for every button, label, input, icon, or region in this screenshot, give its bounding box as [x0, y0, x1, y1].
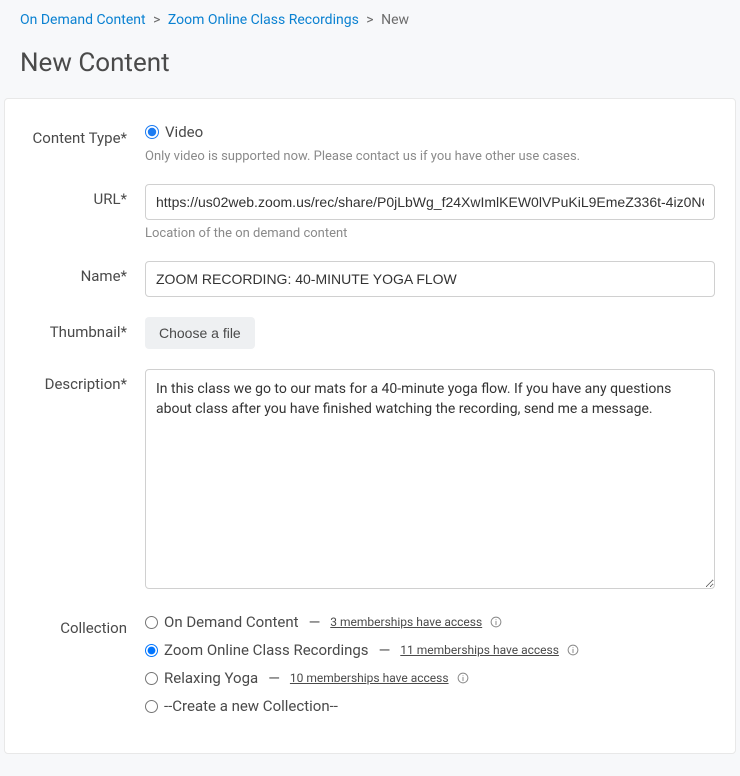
- row-thumbnail: Thumbnail* Choose a file: [25, 317, 715, 349]
- collection-option-label: --Create a new Collection--: [164, 697, 338, 715]
- row-description: Description*: [25, 369, 715, 593]
- breadcrumb-separator: >: [366, 12, 373, 28]
- row-content-type: Content Type* Video Only video is suppor…: [25, 123, 715, 164]
- membership-access-link[interactable]: 11 memberships have access: [400, 643, 559, 657]
- name-input[interactable]: [145, 261, 715, 297]
- label-name: Name*: [25, 261, 145, 285]
- form-card: Content Type* Video Only video is suppor…: [4, 98, 736, 754]
- url-input[interactable]: [145, 184, 715, 220]
- choose-file-button[interactable]: Choose a file: [145, 317, 255, 349]
- radio-video-input[interactable]: [145, 125, 159, 139]
- info-icon[interactable]: [567, 644, 579, 656]
- radio-video-label: Video: [165, 123, 203, 141]
- collection-option-label: Zoom Online Class Recordings: [164, 641, 369, 659]
- collection-option[interactable]: --Create a new Collection--: [145, 697, 715, 715]
- info-icon[interactable]: [490, 616, 502, 628]
- breadcrumb-link-zoom-recordings[interactable]: Zoom Online Class Recordings: [168, 12, 359, 28]
- dash-separator: —: [379, 641, 391, 659]
- label-description: Description*: [25, 369, 145, 393]
- collection-radio-input[interactable]: [145, 700, 158, 713]
- label-url: URL*: [25, 184, 145, 208]
- label-thumbnail: Thumbnail*: [25, 317, 145, 341]
- helper-url: Location of the on demand content: [145, 226, 715, 241]
- breadcrumb-separator: >: [153, 12, 160, 28]
- radio-video[interactable]: Video: [145, 123, 715, 141]
- dash-separator: —: [268, 669, 280, 687]
- collection-option-label: On Demand Content: [164, 613, 299, 631]
- collection-radio-input[interactable]: [145, 644, 158, 657]
- label-collection: Collection: [25, 613, 145, 637]
- label-content-type: Content Type*: [25, 123, 145, 147]
- row-name: Name*: [25, 261, 715, 297]
- dash-separator: —: [309, 613, 321, 631]
- collection-option[interactable]: Zoom Online Class Recordings — 11 membersh…: [145, 641, 715, 659]
- collection-radio-input[interactable]: [145, 672, 158, 685]
- breadcrumb: On Demand Content > Zoom Online Class Re…: [0, 0, 740, 28]
- collection-option-label: Relaxing Yoga: [164, 669, 258, 687]
- collection-option[interactable]: Relaxing Yoga — 10 memberships have access: [145, 669, 715, 687]
- collection-option[interactable]: On Demand Content — 3 memberships have acc…: [145, 613, 715, 631]
- row-url: URL* Location of the on demand content: [25, 184, 715, 241]
- breadcrumb-link-on-demand-content[interactable]: On Demand Content: [20, 12, 146, 28]
- helper-content-type: Only video is supported now. Please cont…: [145, 149, 715, 164]
- breadcrumb-current: New: [381, 12, 409, 28]
- page-title: New Content: [0, 28, 740, 98]
- collection-radio-input[interactable]: [145, 616, 158, 629]
- description-textarea[interactable]: [145, 369, 715, 589]
- membership-access-link[interactable]: 10 memberships have access: [290, 671, 449, 685]
- membership-access-link[interactable]: 3 memberships have access: [330, 615, 482, 629]
- row-collection: Collection On Demand Content — 3 membershi…: [25, 613, 715, 725]
- info-icon[interactable]: [457, 672, 469, 684]
